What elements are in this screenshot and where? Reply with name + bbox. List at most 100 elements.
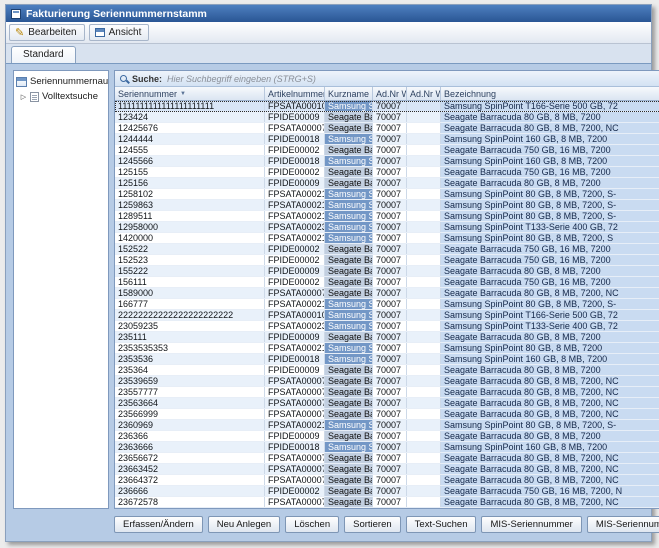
cell-artikelnummer[interactable]: FPIDE00002 [265, 145, 325, 155]
cell-artikelnummer[interactable]: FPIDE00018 [265, 442, 325, 452]
cell-bezeichnung[interactable]: Seagate Barracuda 750 GB, 16 MB, 7200, N [441, 486, 659, 496]
cell-artikelnummer[interactable]: FPSATA00023 [265, 222, 325, 232]
cell-kurzname[interactable]: Seagate Ba [325, 255, 373, 265]
table-row[interactable]: 2363666FPIDE00018Samsung Sp70007Samsung … [115, 442, 659, 453]
column-header-artikelnummer[interactable]: Artikelnummer [265, 87, 325, 101]
cell-artikelnummer[interactable]: FPIDE00018 [265, 134, 325, 144]
table-row[interactable]: 23672578FPSATA00007Seagate Ba70007Seagat… [115, 497, 659, 508]
cell-adnr-we[interactable]: 70007 [373, 409, 407, 419]
cell-adnr-wa[interactable] [407, 299, 441, 309]
table-row[interactable]: 123424FPIDE00009Seagate Ba70007Seagate B… [115, 112, 659, 123]
cell-kurzname[interactable]: Samsung Sp [325, 200, 373, 210]
mis-seriennummernbewegungen-button[interactable]: MIS-Seriennummernbewegungen [587, 516, 659, 533]
cell-bezeichnung[interactable]: Samsung SpinPoint 160 GB, 8 MB, 7200 [441, 156, 659, 166]
cell-kurzname[interactable]: Samsung Sp [325, 134, 373, 144]
cell-bezeichnung[interactable]: Seagate Barracuda 80 GB, 8 MB, 7200, NC [441, 288, 659, 298]
cell-seriennummer[interactable]: 23566999 [115, 409, 265, 419]
cell-bezeichnung[interactable]: Seagate Barracuda 750 GB, 16 MB, 7200 [441, 255, 659, 265]
cell-seriennummer[interactable]: 235111 [115, 332, 265, 342]
cell-kurzname[interactable]: Seagate Ba [325, 244, 373, 254]
column-header-kurzname[interactable]: Kurzname [325, 87, 373, 101]
table-row[interactable]: 23656672FPSATA00007Seagate Ba70007Seagat… [115, 453, 659, 464]
cell-bezeichnung[interactable]: Seagate Barracuda 80 GB, 8 MB, 7200, NC [441, 387, 659, 397]
cell-adnr-wa[interactable] [407, 156, 441, 166]
cell-bezeichnung[interactable]: Samsung SpinPoint T133-Serie 400 GB, 72 [441, 222, 659, 232]
cell-seriennummer[interactable]: 23563664 [115, 398, 265, 408]
table-row[interactable]: 152523FPIDE00002Seagate Ba70007Seagate B… [115, 255, 659, 266]
cell-bezeichnung[interactable]: Seagate Barracuda 80 GB, 8 MB, 7200 [441, 266, 659, 276]
cell-adnr-we[interactable]: 70007 [373, 189, 407, 199]
cell-bezeichnung[interactable]: Samsung SpinPoint 80 GB, 8 MB, 7200, S- [441, 299, 659, 309]
cell-seriennummer[interactable]: 22222222222222222222222 [115, 310, 265, 320]
cell-artikelnummer[interactable]: FPSATA00007 [265, 123, 325, 133]
cell-kurzname[interactable]: Samsung Sp [325, 420, 373, 430]
cell-seriennummer[interactable]: 1420000 [115, 233, 265, 243]
loeschen-button[interactable]: Löschen [285, 516, 339, 533]
cell-artikelnummer[interactable]: FPSATA00021 [265, 211, 325, 221]
table-row[interactable]: 23663452FPSATA00007Seagate Ba70007Seagat… [115, 464, 659, 475]
cell-adnr-we[interactable]: 70007 [373, 497, 407, 507]
cell-adnr-wa[interactable] [407, 486, 441, 496]
cell-kurzname[interactable]: Samsung Sp [325, 189, 373, 199]
cell-adnr-wa[interactable] [407, 420, 441, 430]
cell-kurzname[interactable]: Seagate Ba [325, 332, 373, 342]
cell-kurzname[interactable]: Seagate Ba [325, 387, 373, 397]
table-row[interactable]: 2360969FPSATA00021Samsung Sp70007Samsung… [115, 420, 659, 431]
cell-bezeichnung[interactable]: Seagate Barracuda 80 GB, 8 MB, 7200 [441, 112, 659, 122]
cell-adnr-we[interactable]: 70007 [373, 321, 407, 331]
cell-adnr-we[interactable]: 70007 [373, 211, 407, 221]
cell-kurzname[interactable]: Seagate Ba [325, 376, 373, 386]
cell-artikelnummer[interactable]: FPIDE00009 [265, 431, 325, 441]
cell-bezeichnung[interactable]: Seagate Barracuda 80 GB, 8 MB, 7200, NC [441, 497, 659, 507]
cell-bezeichnung[interactable]: Samsung SpinPoint T133-Serie 400 GB, 72 [441, 321, 659, 331]
cell-artikelnummer[interactable]: FPSATA00021 [265, 189, 325, 199]
cell-seriennummer[interactable]: 152522 [115, 244, 265, 254]
cell-bezeichnung[interactable]: Samsung SpinPoint 80 GB, 8 MB, 7200, S- [441, 200, 659, 210]
cell-bezeichnung[interactable]: Samsung SpinPoint 80 GB, 8 MB, 7200 [441, 343, 659, 353]
cell-artikelnummer[interactable]: FPSATA00023 [265, 321, 325, 331]
cell-adnr-we[interactable]: 70007 [373, 222, 407, 232]
cell-seriennummer[interactable]: 1111111111111111111111 [115, 101, 265, 111]
table-row[interactable]: 23566999FPSATA00007Seagate Ba70007Seagat… [115, 409, 659, 420]
cell-seriennummer[interactable]: 1259863 [115, 200, 265, 210]
table-row[interactable]: 236366FPIDE00009Seagate Ba70007Seagate B… [115, 431, 659, 442]
cell-bezeichnung[interactable]: Seagate Barracuda 80 GB, 8 MB, 7200, NC [441, 398, 659, 408]
cell-adnr-we[interactable]: 70007 [373, 464, 407, 474]
cell-seriennummer[interactable]: 23663452 [115, 464, 265, 474]
cell-kurzname[interactable]: Seagate Ba [325, 365, 373, 375]
table-row[interactable]: 1258102FPSATA00021Samsung Sp70007Samsung… [115, 189, 659, 200]
cell-kurzname[interactable]: Seagate Ba [325, 431, 373, 441]
cell-artikelnummer[interactable]: FPSATA00007 [265, 409, 325, 419]
cell-adnr-wa[interactable] [407, 497, 441, 507]
cell-bezeichnung[interactable]: Seagate Barracuda 80 GB, 8 MB, 7200 [441, 332, 659, 342]
table-row[interactable]: 1589000FPSATA00007Seagate Ba70007Seagate… [115, 288, 659, 299]
cell-adnr-we[interactable]: 70007 [373, 442, 407, 452]
cell-kurzname[interactable]: Seagate Ba [325, 178, 373, 188]
cell-kurzname[interactable]: Samsung Sp [325, 354, 373, 364]
cell-adnr-we[interactable]: 70007 [373, 167, 407, 177]
cell-bezeichnung[interactable]: Seagate Barracuda 80 GB, 8 MB, 7200, NC [441, 123, 659, 133]
cell-adnr-we[interactable]: 70007 [373, 365, 407, 375]
cell-kurzname[interactable]: Seagate Ba [325, 123, 373, 133]
cell-kurzname[interactable]: Seagate Ba [325, 145, 373, 155]
cell-adnr-wa[interactable] [407, 233, 441, 243]
cell-kurzname[interactable]: Samsung Sp [325, 101, 373, 111]
cell-adnr-wa[interactable] [407, 376, 441, 386]
cell-adnr-we[interactable]: 70007 [373, 431, 407, 441]
table-row[interactable]: 236666FPIDE00002Seagate Ba70007Seagate B… [115, 486, 659, 497]
cell-adnr-we[interactable]: 70007 [373, 387, 407, 397]
table-row[interactable]: 152522FPIDE00002Seagate Ba70007Seagate B… [115, 244, 659, 255]
cell-kurzname[interactable]: Seagate Ba [325, 112, 373, 122]
cell-adnr-wa[interactable] [407, 189, 441, 199]
cell-adnr-wa[interactable] [407, 266, 441, 276]
cell-artikelnummer[interactable]: FPIDE00018 [265, 156, 325, 166]
cell-bezeichnung[interactable]: Seagate Barracuda 80 GB, 8 MB, 7200, NC [441, 409, 659, 419]
table-row[interactable]: 1245566FPIDE00018Samsung Sp70007Samsung … [115, 156, 659, 167]
cell-adnr-wa[interactable] [407, 453, 441, 463]
cell-artikelnummer[interactable]: FPIDE00009 [265, 332, 325, 342]
cell-seriennummer[interactable]: 23539659 [115, 376, 265, 386]
cell-artikelnummer[interactable]: FPSATA00007 [265, 288, 325, 298]
cell-seriennummer[interactable]: 23557777 [115, 387, 265, 397]
table-row[interactable]: 2353535353FPSATA00021Samsung Sp70007Sams… [115, 343, 659, 354]
cell-adnr-wa[interactable] [407, 387, 441, 397]
